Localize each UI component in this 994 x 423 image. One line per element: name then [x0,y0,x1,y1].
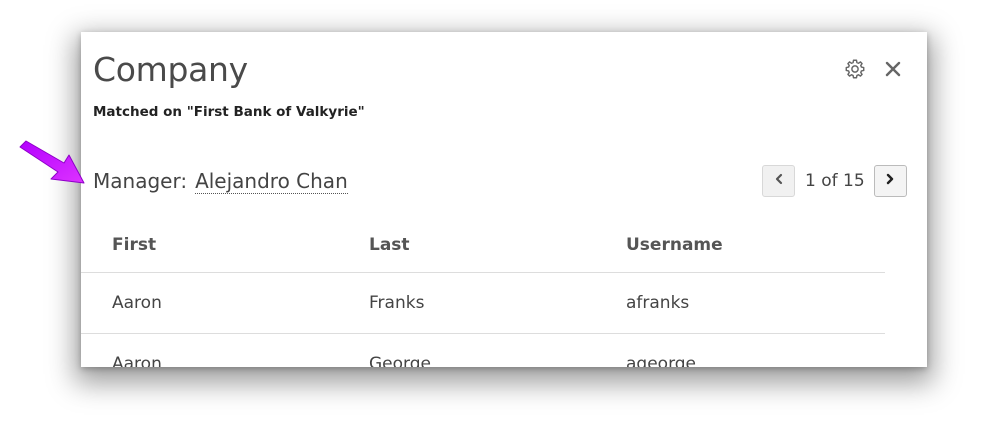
close-icon [884,60,902,83]
members-table: First Last Username Aaron Franks afranks… [81,218,885,367]
cell-first: Aaron [81,333,338,367]
column-header-username[interactable]: Username [595,218,885,273]
match-subtitle: Matched on "First Bank of Valkyrie" [93,104,365,120]
cell-username: ageorge [595,333,885,367]
chevron-right-icon [884,172,896,190]
manager-row: Manager: Alejandro Chan [93,169,348,194]
chevron-left-icon [773,172,785,190]
page-indicator: 1 of 15 [805,171,865,191]
column-header-first[interactable]: First [81,218,338,273]
prev-page-button[interactable] [762,165,795,197]
screenshot-stage: Company Matched on "First Bank of Valkyr… [0,0,994,423]
dialog-title: Company [93,50,248,89]
table-row[interactable]: Aaron Franks afranks [81,272,885,334]
cell-username: afranks [595,272,885,334]
settings-button[interactable] [843,59,867,83]
column-header-last[interactable]: Last [338,218,595,273]
manager-name-link[interactable]: Alejandro Chan [195,169,348,194]
close-button[interactable] [881,59,905,83]
next-page-button[interactable] [873,165,907,197]
cell-last: George [338,333,595,367]
cell-last: Franks [338,272,595,334]
table-header-row: First Last Username [81,218,885,273]
table-row[interactable]: Aaron George ageorge [81,333,885,367]
annotation-arrow-icon [19,140,85,184]
manager-label: Manager: [93,169,188,193]
gear-icon [844,58,866,85]
company-dialog: Company Matched on "First Bank of Valkyr… [81,32,927,367]
pagination: 1 of 15 [762,164,907,198]
cell-first: Aaron [81,272,338,334]
